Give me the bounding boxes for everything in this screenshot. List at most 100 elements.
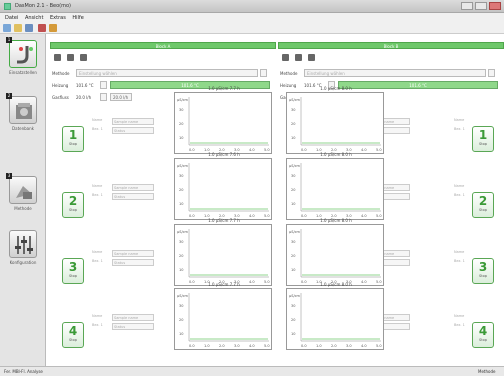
methode-browse-button[interactable] (260, 69, 267, 77)
y-unit-label: µS/cm (177, 98, 189, 102)
chart-title: 1.0 µS/cm 7.7 h (208, 282, 240, 287)
new-icon[interactable] (3, 24, 11, 32)
channel-number: 1 (478, 128, 488, 142)
print-icon[interactable] (54, 54, 61, 61)
channel-stop-button[interactable]: 2 Stop (62, 192, 84, 218)
sample-name-dropdown[interactable]: Sample name (112, 314, 154, 321)
chart-axes (188, 293, 269, 342)
sidebar-item-konfiguration[interactable]: Konfiguration (6, 230, 40, 272)
channel-stop-button[interactable]: 2 Stop (472, 192, 494, 218)
sample-name-label: Name (454, 118, 465, 122)
channel-stop-button[interactable]: 1 Stop (62, 126, 84, 152)
heizung-toggle[interactable] (100, 81, 107, 89)
y-unit-label: µS/cm (289, 230, 301, 234)
y-tick-label: 30 (179, 304, 183, 308)
chart-title: 1.0 µS/cm 8.0 h (320, 282, 352, 287)
gasfluss-label: Gasfluss (52, 95, 69, 100)
mode-dropdown[interactable]: Status (112, 193, 154, 200)
methode-row: Methode Einstellung wählen (52, 69, 274, 78)
mode-dropdown[interactable]: Status (112, 259, 154, 266)
channel-stop-button[interactable]: 4 Stop (472, 322, 494, 348)
y-unit-label: µS/cm (177, 294, 189, 298)
methode-label: Methode (52, 71, 70, 76)
chart-plot: µS/cm3020100.0 1.0 2.0 3.0 4.0 5.0 (289, 97, 382, 152)
methode-row: Methode Einstellung wählen (280, 69, 502, 78)
chart-title: 1.0 µS/cm 8.0 h (320, 218, 352, 223)
chart: 1.0 µS/cm 7.7 h µS/cm 30 20 10 0.0 1.0 2.0 3.0 4.… (174, 282, 272, 350)
x-tick-label: 4.0 (249, 344, 255, 348)
x-tick-label: 0.0 (189, 344, 195, 348)
y-tick-label: 20 (291, 254, 295, 258)
flag-icon[interactable] (295, 54, 302, 61)
y-unit-label: µS/cm (177, 164, 189, 168)
menu-item-datei[interactable]: Datei (5, 15, 18, 21)
channel-stop-button[interactable]: 1 Stop (472, 126, 494, 152)
chart-icon[interactable] (308, 54, 315, 61)
status-text: Fer. MBI-Fl. Analyse (4, 369, 43, 374)
print-icon[interactable] (282, 54, 289, 61)
sample-name-dropdown[interactable]: Sample name (112, 118, 154, 125)
maximize-button[interactable] (475, 2, 487, 10)
methode-select[interactable]: Einstellung wählen (304, 69, 486, 77)
panel-toolbar (54, 54, 93, 62)
y-unit-label: µS/cm (289, 294, 301, 298)
record-icon[interactable] (38, 24, 46, 32)
menu-item-extras[interactable]: Extras (50, 15, 66, 21)
menu-item-ansicht[interactable]: Ansicht (25, 15, 43, 21)
open-icon[interactable] (14, 24, 22, 32)
window-title: DasMon 2.1 - Beo(mo) (15, 3, 71, 9)
chart-title: 1.0 µS/cm 7.7 h (208, 218, 240, 223)
chart: 1.0 µS/cm 8.0 h µS/cm 30 20 10 0.0 1.0 2.0 3.0 4.… (286, 282, 384, 350)
chart: 1.0 µS/cm 8.0 h µS/cm 30 20 10 0.0 1.0 2.0 3.0 4.… (286, 218, 384, 286)
sample-name-dropdown[interactable]: Sample name (112, 184, 154, 191)
x-tick-label: 1.0 (316, 344, 322, 348)
stop-label: Stop (69, 142, 77, 146)
channel-number: 1 (68, 128, 78, 142)
sidebar-item-methode[interactable]: 3 Methode (6, 173, 40, 218)
chart-axes (300, 163, 381, 212)
chart-icon[interactable] (80, 54, 87, 61)
gasfluss-toggle[interactable] (100, 93, 107, 101)
y-tick-label: 20 (291, 122, 295, 126)
stop-label: Stop (69, 274, 77, 278)
x-tick-label: 5.0 (376, 344, 382, 348)
sample-name-label: Name (92, 118, 103, 122)
channel-stop-button[interactable]: 3 Stop (472, 258, 494, 284)
y-tick-label: 20 (179, 188, 183, 192)
y-tick-label: 10 (291, 332, 295, 336)
gasfluss-input[interactable]: 20.0 l/h (110, 93, 132, 101)
channel-number: 2 (68, 194, 78, 208)
sidebar-item-einsatzstellen[interactable]: 1 Einsatzstellen (6, 37, 40, 82)
close-button[interactable] (489, 2, 501, 10)
sliders-icon (15, 236, 33, 254)
x-tick-label: 4.0 (361, 344, 367, 348)
menu-item-hilfe[interactable]: Hilfe (72, 15, 83, 21)
settings-icon[interactable] (49, 24, 57, 32)
chart-axes (188, 229, 269, 278)
sample-name-dropdown[interactable]: Sample name (112, 250, 154, 257)
sample-name-label: Name (454, 314, 465, 318)
methode-select[interactable]: Einstellung wählen (76, 69, 258, 77)
y-tick-label: 10 (179, 268, 183, 272)
sidebar-item-datenbank[interactable]: 2 Datenbank (6, 93, 40, 138)
channel-stop-button[interactable]: 3 Stop (62, 258, 84, 284)
nav-tile (9, 40, 37, 68)
minimize-button[interactable] (461, 2, 473, 10)
flag-icon[interactable] (67, 54, 74, 61)
chart-plot: µS/cm3020100.0 1.0 2.0 3.0 4.0 5.0 (289, 163, 382, 218)
mode-label: Bez. 1 (454, 193, 465, 197)
channel-stop-button[interactable]: 4 Stop (62, 322, 84, 348)
mode-dropdown[interactable]: Status (112, 127, 154, 134)
mode-label: Bez. 1 (92, 323, 103, 327)
methode-browse-button[interactable] (488, 69, 495, 77)
y-tick-label: 30 (179, 240, 183, 244)
stop-label: Stop (479, 208, 487, 212)
nav-tile (9, 96, 37, 124)
save-icon[interactable] (25, 24, 33, 32)
chart-plot: µS/cm3020100.0 1.0 2.0 3.0 4.0 5.0 (177, 293, 270, 348)
chart-plot: µS/cm3020100.0 1.0 2.0 3.0 4.0 5.0 (289, 293, 382, 348)
status-mode: Methode (478, 369, 496, 374)
mode-dropdown[interactable]: Status (112, 323, 154, 330)
gasfluss-value: 20.0 l/h (76, 95, 92, 100)
y-tick-label: 30 (291, 304, 295, 308)
